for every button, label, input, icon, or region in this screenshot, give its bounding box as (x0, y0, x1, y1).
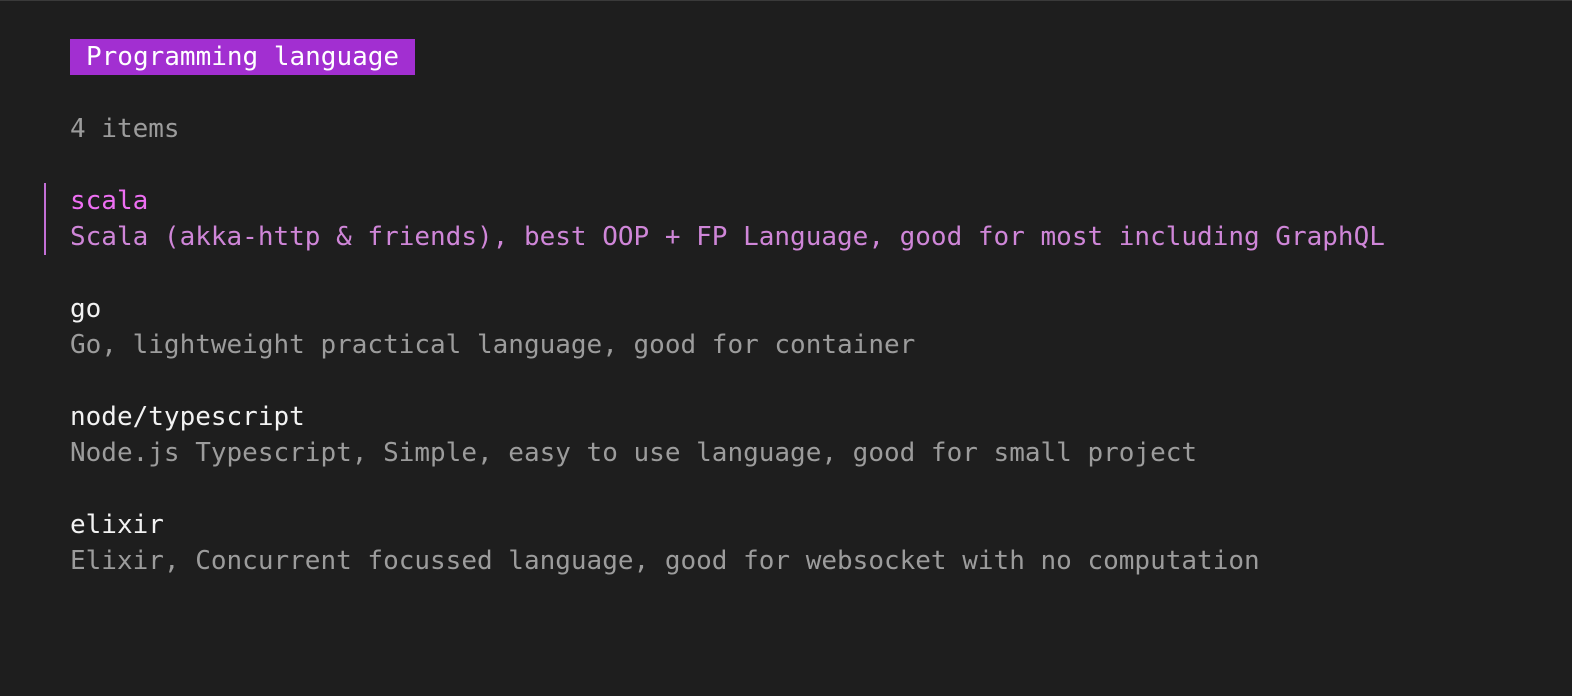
option-list: scala Scala (akka-http & friends), best … (0, 183, 1572, 615)
item-count: 4 items (70, 114, 180, 144)
item-title: node/typescript (70, 402, 305, 432)
item-description: Go, lightweight practical language, good… (70, 330, 916, 360)
list-item-node-typescript[interactable]: node/typescript Node.js Typescript, Simp… (0, 399, 1572, 471)
item-description: Scala (akka-http & friends), best OOP + … (70, 222, 1385, 252)
item-title: go (70, 294, 102, 324)
item-title: scala (70, 186, 149, 216)
list-item-go[interactable]: go Go, lightweight practical language, g… (0, 291, 1572, 363)
item-description: Node.js Typescript, Simple, easy to use … (70, 438, 1198, 468)
item-description: Elixir, Concurrent focussed language, go… (70, 546, 1260, 576)
item-title: elixir (70, 510, 164, 540)
list-item-elixir[interactable]: elixir Elixir, Concurrent focussed langu… (0, 507, 1572, 579)
list-item-scala[interactable]: scala Scala (akka-http & friends), best … (0, 183, 1572, 255)
list-title: Programming language (70, 39, 416, 75)
selection-indicator (44, 183, 46, 255)
